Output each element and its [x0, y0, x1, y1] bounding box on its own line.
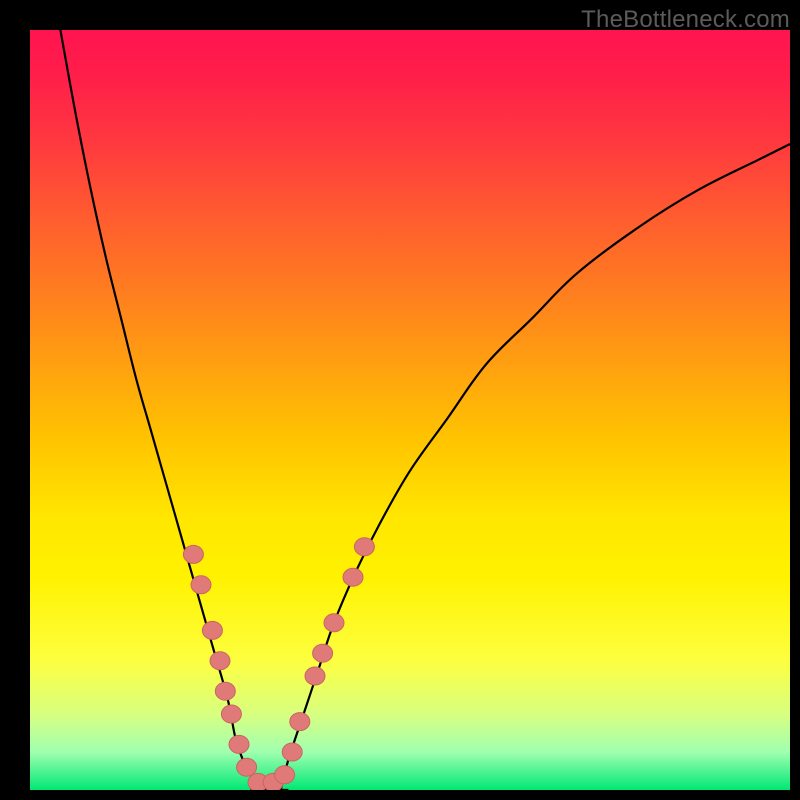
data-marker [324, 614, 344, 632]
data-marker [275, 766, 295, 784]
markers-group [183, 538, 374, 790]
series-right-branch [281, 144, 790, 790]
data-marker [290, 713, 310, 731]
data-marker [191, 576, 211, 594]
series-left-branch [60, 30, 258, 790]
data-marker [229, 735, 249, 753]
data-marker [305, 667, 325, 685]
data-marker [202, 621, 222, 639]
data-marker [282, 743, 302, 761]
data-marker [215, 682, 235, 700]
plot-area [30, 30, 790, 790]
data-marker [313, 644, 333, 662]
data-marker [221, 705, 241, 723]
data-marker [237, 758, 257, 776]
data-marker [210, 652, 230, 670]
chart-frame: TheBottleneck.com [0, 0, 800, 800]
chart-svg [30, 30, 790, 790]
data-marker [343, 568, 363, 586]
data-marker [354, 538, 374, 556]
data-marker [183, 545, 203, 563]
